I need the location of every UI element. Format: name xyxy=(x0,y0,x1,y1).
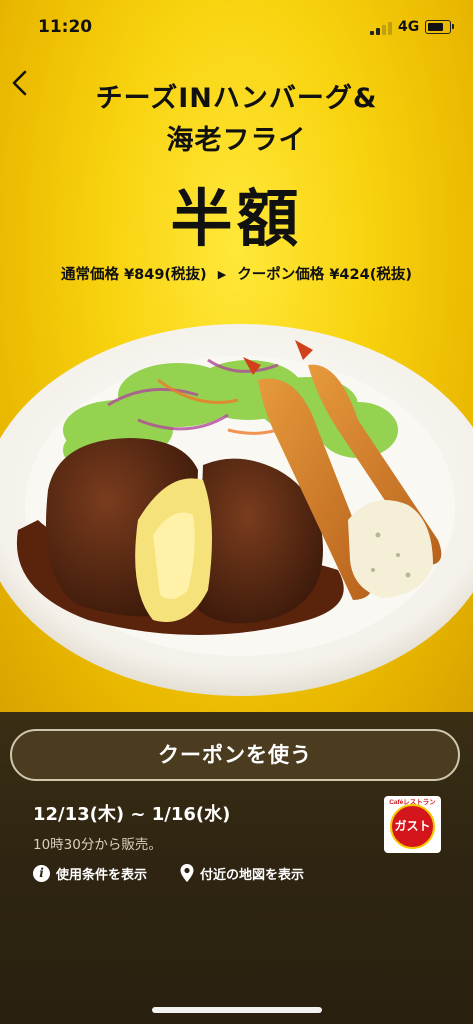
promo-title-line2: 海老フライ xyxy=(166,125,307,156)
promo-headline: 半額 xyxy=(170,182,303,255)
use-coupon-button[interactable]: クーポンを使う xyxy=(10,729,460,781)
brand-logo: Caféレストラン ガスト xyxy=(384,796,441,853)
coupon-period: 12/13(木) ~ 1/16(水) xyxy=(33,804,231,825)
terms-link[interactable]: i 使用条件を表示 xyxy=(33,862,147,884)
terms-link-label: 使用条件を表示 xyxy=(56,867,148,883)
signal-icon xyxy=(370,21,392,35)
map-link-label: 付近の地図を表示 xyxy=(200,867,305,883)
map-link[interactable]: 付近の地図を表示 xyxy=(179,862,304,884)
hero-banner: 11:20 4G チーズINハンバーグ& 海老フライ 半額 通常価格 ¥849(… xyxy=(0,0,473,712)
promo-title-line1: チーズINハンバーグ& xyxy=(95,83,378,114)
network-type: 4G xyxy=(398,19,420,35)
battery-icon xyxy=(425,20,454,34)
status-bar: 11:20 4G xyxy=(0,0,473,56)
sales-time: 10時30分から販売。 xyxy=(33,837,162,853)
arrow-right-icon: ▶ xyxy=(217,268,227,281)
food-photo xyxy=(0,324,473,696)
map-pin-icon xyxy=(180,864,194,882)
home-indicator xyxy=(152,1007,322,1013)
coupon-price: クーポン価格 ¥424(税抜) xyxy=(237,267,412,283)
status-time: 11:20 xyxy=(38,17,93,37)
info-icon: i xyxy=(33,864,50,882)
coupon-links: i 使用条件を表示 付近の地図を表示 xyxy=(33,862,353,886)
regular-price: 通常価格 ¥849(税抜) xyxy=(61,267,207,283)
brand-name: ガスト xyxy=(394,819,431,833)
price-line: 通常価格 ¥849(税抜) ▶ クーポン価格 ¥424(税抜) xyxy=(0,263,473,284)
